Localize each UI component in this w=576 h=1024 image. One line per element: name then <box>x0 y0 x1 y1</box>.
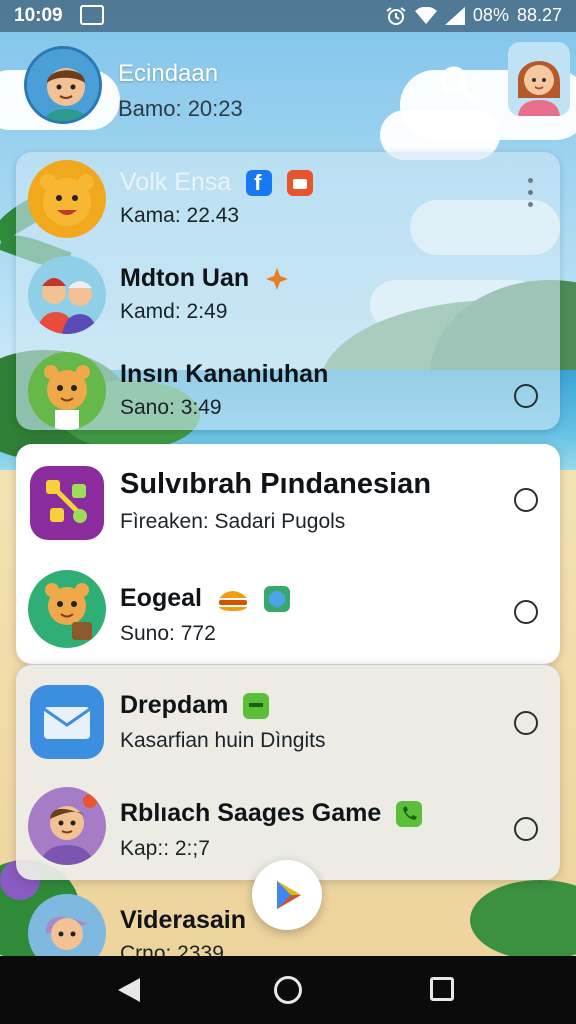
play-store-icon <box>277 881 301 909</box>
chat-title: Rblıach Saages Game <box>120 799 423 828</box>
chat-title: Volk Ensa f <box>120 168 314 197</box>
search-icon[interactable] <box>436 62 480 106</box>
chat-subtitle: Kasarfian huin Dìngits <box>120 729 326 752</box>
chat-title: Sulvıbrah Pındanesian <box>120 468 432 500</box>
more-options-icon[interactable] <box>528 178 534 212</box>
boy-avatar-icon <box>43 68 89 121</box>
profile-avatar[interactable] <box>508 42 570 116</box>
facebook-icon: f <box>246 170 273 197</box>
chat-icon <box>243 693 270 720</box>
battery-text: 08% <box>472 5 509 25</box>
alarm-icon <box>386 6 406 25</box>
list-item[interactable]: Mdton Uan Kamd: 2:49 <box>16 248 560 344</box>
chat-list-card-top: Volk Ensa f Kama: 22.43 Mdton Uan Kamd: <box>16 152 560 430</box>
bag-icon <box>287 170 314 197</box>
select-radio[interactable] <box>514 488 538 512</box>
navigation-bar <box>0 956 576 1024</box>
select-radio[interactable] <box>514 711 538 735</box>
chat-title: Insın Kananiuhan <box>120 360 329 388</box>
status-right-group: 08% 88.27 <box>385 5 562 26</box>
home-icon[interactable] <box>274 976 302 1004</box>
sparkle-icon <box>264 266 290 292</box>
chat-title: Viderasain <box>120 906 247 934</box>
chat-list-card-middle: Sulvıbrah Pındanesian Fìreaken: Sadari P… <box>16 444 560 664</box>
chat-title: Mdton Uan <box>120 264 290 293</box>
list-item[interactable]: Insın Kananiuhan Sano: 3:49 <box>16 344 560 430</box>
header-avatar[interactable] <box>24 46 102 124</box>
chat-subtitle: Suno: 772 <box>120 622 216 645</box>
girl-avatar-icon <box>517 60 560 116</box>
select-radio[interactable] <box>514 384 538 408</box>
chat-header: Ecindaan Bamo: 20:23 <box>0 32 576 150</box>
bear-avatar-icon <box>28 570 106 648</box>
chat-title: Drepdam <box>120 691 270 720</box>
chat-subtitle: Sano: 3:49 <box>120 396 222 419</box>
list-item[interactable]: Sulvıbrah Pındanesian Fìreaken: Sadari P… <box>16 452 560 552</box>
header-name: Ecindaan <box>118 60 219 87</box>
man-avatar-icon <box>28 787 106 865</box>
chat-subtitle: Fìreaken: Sadari Pugols <box>120 510 346 533</box>
chat-list-card-bottom: Drepdam Kasarfian huin Dìngits Rblıach S… <box>16 664 560 880</box>
cube-icon <box>263 586 290 613</box>
signal-icon <box>444 6 465 25</box>
chat-subtitle: Kama: 22.43 <box>120 204 240 227</box>
recents-icon[interactable] <box>430 977 454 1001</box>
notification-icon <box>80 5 104 25</box>
mail-app-icon <box>30 685 104 759</box>
wifi-icon <box>414 6 437 24</box>
cat-avatar-icon <box>28 352 106 430</box>
list-item[interactable]: Eogeal Suno: 772 <box>16 562 560 662</box>
status-time: 10:09 <box>14 5 63 26</box>
select-radio[interactable] <box>514 817 538 841</box>
status-clock-right: 88.27 <box>516 5 562 25</box>
select-radio[interactable] <box>514 600 538 624</box>
chat-subtitle: Kap:: 2:;7 <box>120 837 210 860</box>
back-icon[interactable] <box>116 976 142 1004</box>
chat-subtitle: Kamd: 2:49 <box>120 300 228 323</box>
puzzle-app-icon <box>30 466 104 540</box>
phone-icon <box>396 801 423 828</box>
tiger-avatar-icon <box>28 160 106 238</box>
burger-icon <box>217 586 249 612</box>
couple-avatar-icon <box>28 256 106 334</box>
list-item[interactable]: Volk Ensa f Kama: 22.43 <box>16 152 560 248</box>
play-button[interactable] <box>252 860 322 930</box>
chat-title: Eogeal <box>120 584 290 613</box>
header-subtitle: Bamo: 20:23 <box>118 96 243 121</box>
status-bar: 10:09 08% 88.27 <box>0 0 576 32</box>
list-item[interactable]: Drepdam Kasarfian huin Dìngits <box>16 671 560 771</box>
